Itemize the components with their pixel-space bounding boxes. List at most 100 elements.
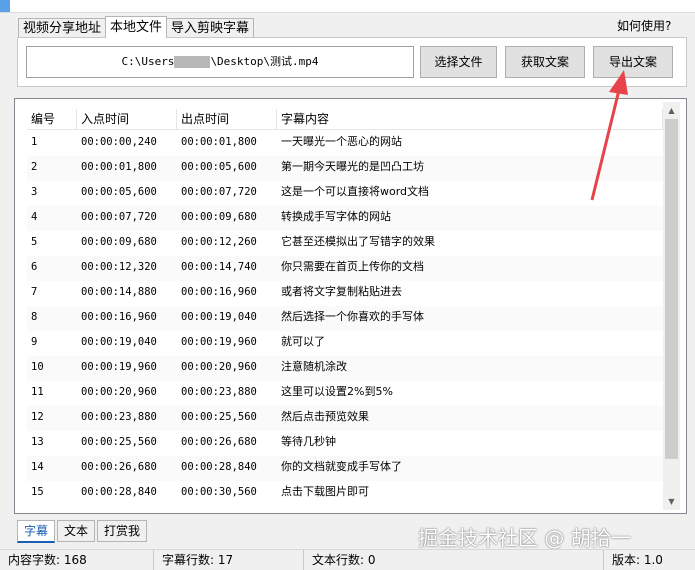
table-row[interactable]: 9 00:00:19,040 00:00:19,960 就可以了: [27, 331, 663, 356]
redacted-username: [174, 56, 211, 68]
window-titlebar: [0, 0, 695, 13]
cell-content: 注意随机涂改: [281, 360, 347, 373]
header-index[interactable]: 编号: [27, 109, 77, 129]
subtitle-rows: 1 00:00:00,240 00:00:01,800 一天曝光一个恶心的网站 2 00:…: [27, 131, 663, 506]
cell-index: 7: [31, 286, 38, 298]
window-icon: [0, 0, 10, 12]
cell-in-time: 00:00:28,840: [81, 486, 157, 498]
cell-content: 你只需要在首页上传你的文档: [281, 260, 424, 273]
cell-out-time: 00:00:19,040: [181, 311, 257, 323]
table-row[interactable]: 15 00:00:28,840 00:00:30,560 点击下载图片即可: [27, 481, 663, 506]
tab-local-file[interactable]: 本地文件: [105, 16, 168, 38]
tab-video-share-url[interactable]: 视频分享地址: [18, 18, 107, 38]
table-row[interactable]: 4 00:00:07,720 00:00:09,680 转换成手写字体的网站: [27, 206, 663, 231]
select-file-button[interactable]: 选择文件: [420, 46, 497, 78]
cell-in-time: 00:00:20,960: [81, 386, 157, 398]
cell-index: 3: [31, 186, 38, 198]
cell-in-time: 00:00:05,600: [81, 186, 157, 198]
local-file-panel: C:\Users \Desktop\测试.mp4 选择文件 获取文案 导出文案: [17, 37, 687, 87]
cell-in-time: 00:00:07,720: [81, 211, 157, 223]
tab-tip-me[interactable]: 打赏我: [97, 520, 148, 542]
cell-out-time: 00:00:23,880: [181, 386, 257, 398]
cell-content: 就可以了: [281, 335, 325, 348]
cell-in-time: 00:00:19,040: [81, 336, 157, 348]
cell-index: 10: [31, 361, 44, 373]
cell-index: 9: [31, 336, 38, 348]
get-text-button[interactable]: 获取文案: [505, 46, 585, 78]
cell-out-time: 00:00:30,560: [181, 486, 257, 498]
cell-out-time: 00:00:26,680: [181, 436, 257, 448]
table-row[interactable]: 1 00:00:00,240 00:00:01,800 一天曝光一个恶心的网站: [27, 131, 663, 156]
cell-in-time: 00:00:26,680: [81, 461, 157, 473]
cell-index: 12: [31, 411, 44, 423]
bottom-tabstrip: 字幕 文本 打赏我: [17, 520, 149, 543]
scroll-up-icon[interactable]: ▲: [663, 102, 680, 119]
watermark: 掘金技术社区 @ 胡拾一: [418, 526, 631, 550]
cell-in-time: 00:00:23,880: [81, 411, 157, 423]
table-row[interactable]: 14 00:00:26,680 00:00:28,840 你的文档就变成手写体了: [27, 456, 663, 481]
cell-out-time: 00:00:01,800: [181, 136, 257, 148]
cell-out-time: 00:00:28,840: [181, 461, 257, 473]
cell-content: 点击下载图片即可: [281, 485, 369, 498]
subtitle-list[interactable]: 编号 入点时间 出点时间 字幕内容 1 00:00:00,240 00:00:01,…: [14, 98, 687, 514]
scroll-down-icon[interactable]: ▼: [663, 493, 680, 510]
status-char-count: 内容字数: 168: [0, 550, 154, 570]
cell-content: 这里可以设置2%到5%: [281, 385, 393, 398]
cell-index: 11: [31, 386, 44, 398]
status-subtitle-lines: 字幕行数: 17: [154, 550, 304, 570]
cell-in-time: 00:00:19,960: [81, 361, 157, 373]
table-row[interactable]: 12 00:00:23,880 00:00:25,560 然后点击预览效果: [27, 406, 663, 431]
cell-index: 1: [31, 136, 38, 148]
cell-content: 然后点击预览效果: [281, 410, 369, 423]
status-version: 版本: 1.0: [612, 553, 663, 567]
cell-content: 这是一个可以直接将word文档: [281, 185, 430, 198]
table-row[interactable]: 7 00:00:14,880 00:00:16,960 或者将文字复制粘贴进去: [27, 281, 663, 306]
table-row[interactable]: 8 00:00:16,960 00:00:19,040 然后选择一个你喜欢的手写体: [27, 306, 663, 331]
cell-content: 第一期今天曝光的是凹凸工坊: [281, 160, 424, 173]
cell-in-time: 00:00:14,880: [81, 286, 157, 298]
cell-out-time: 00:00:05,600: [181, 161, 257, 173]
cell-out-time: 00:00:20,960: [181, 361, 257, 373]
cell-in-time: 00:00:25,560: [81, 436, 157, 448]
file-path-field[interactable]: C:\Users \Desktop\测试.mp4: [26, 46, 414, 78]
top-tabstrip: 视频分享地址 本地文件 导入剪映字幕: [18, 16, 255, 38]
cell-out-time: 00:00:09,680: [181, 211, 257, 223]
cell-in-time: 00:00:01,800: [81, 161, 157, 173]
table-row[interactable]: 11 00:00:20,960 00:00:23,880 这里可以设置2%到5%: [27, 381, 663, 406]
table-row[interactable]: 2 00:00:01,800 00:00:05,600 第一期今天曝光的是凹凸工坊: [27, 156, 663, 181]
scroll-thumb[interactable]: [665, 119, 678, 459]
export-text-button[interactable]: 导出文案: [593, 46, 673, 78]
cell-index: 8: [31, 311, 38, 323]
cell-index: 13: [31, 436, 44, 448]
cell-content: 它甚至还模拟出了写错字的效果: [281, 235, 435, 248]
cell-out-time: 00:00:19,960: [181, 336, 257, 348]
cell-content: 一天曝光一个恶心的网站: [281, 135, 402, 148]
tab-text[interactable]: 文本: [57, 520, 96, 542]
cell-in-time: 00:00:00,240: [81, 136, 157, 148]
table-row[interactable]: 10 00:00:19,960 00:00:20,960 注意随机涂改: [27, 356, 663, 381]
tab-import-jianying-subtitles[interactable]: 导入剪映字幕: [166, 18, 255, 38]
cell-out-time: 00:00:12,260: [181, 236, 257, 248]
cell-out-time: 00:00:25,560: [181, 411, 257, 423]
status-bar: 内容字数: 168 字幕行数: 17 文本行数: 0 版本: 1.0: [0, 549, 695, 570]
header-out-time[interactable]: 出点时间: [177, 109, 277, 129]
header-in-time[interactable]: 入点时间: [77, 109, 177, 129]
table-row[interactable]: 5 00:00:09,680 00:00:12,260 它甚至还模拟出了写错字的效果: [27, 231, 663, 256]
path-suffix: \Desktop\测试.mp4: [210, 55, 319, 68]
table-row[interactable]: 3 00:00:05,600 00:00:07,720 这是一个可以直接将word文档: [27, 181, 663, 206]
cell-content: 然后选择一个你喜欢的手写体: [281, 310, 424, 323]
cell-index: 2: [31, 161, 38, 173]
cell-in-time: 00:00:12,320: [81, 261, 157, 273]
cell-content: 等待几秒钟: [281, 435, 336, 448]
cell-content: 你的文档就变成手写体了: [281, 460, 402, 473]
status-text-lines: 文本行数: 0: [304, 550, 604, 570]
cell-out-time: 00:00:14,740: [181, 261, 257, 273]
tab-subtitles[interactable]: 字幕: [17, 520, 56, 543]
table-row[interactable]: 13 00:00:25,560 00:00:26,680 等待几秒钟: [27, 431, 663, 456]
path-prefix: C:\Users: [121, 55, 175, 68]
vertical-scrollbar[interactable]: ▲ ▼: [663, 102, 680, 510]
table-row[interactable]: 6 00:00:12,320 00:00:14,740 你只需要在首页上传你的文档: [27, 256, 663, 281]
help-link[interactable]: 如何使用?: [617, 17, 671, 34]
header-subtitle-content[interactable]: 字幕内容: [277, 109, 663, 129]
cell-index: 15: [31, 486, 44, 498]
